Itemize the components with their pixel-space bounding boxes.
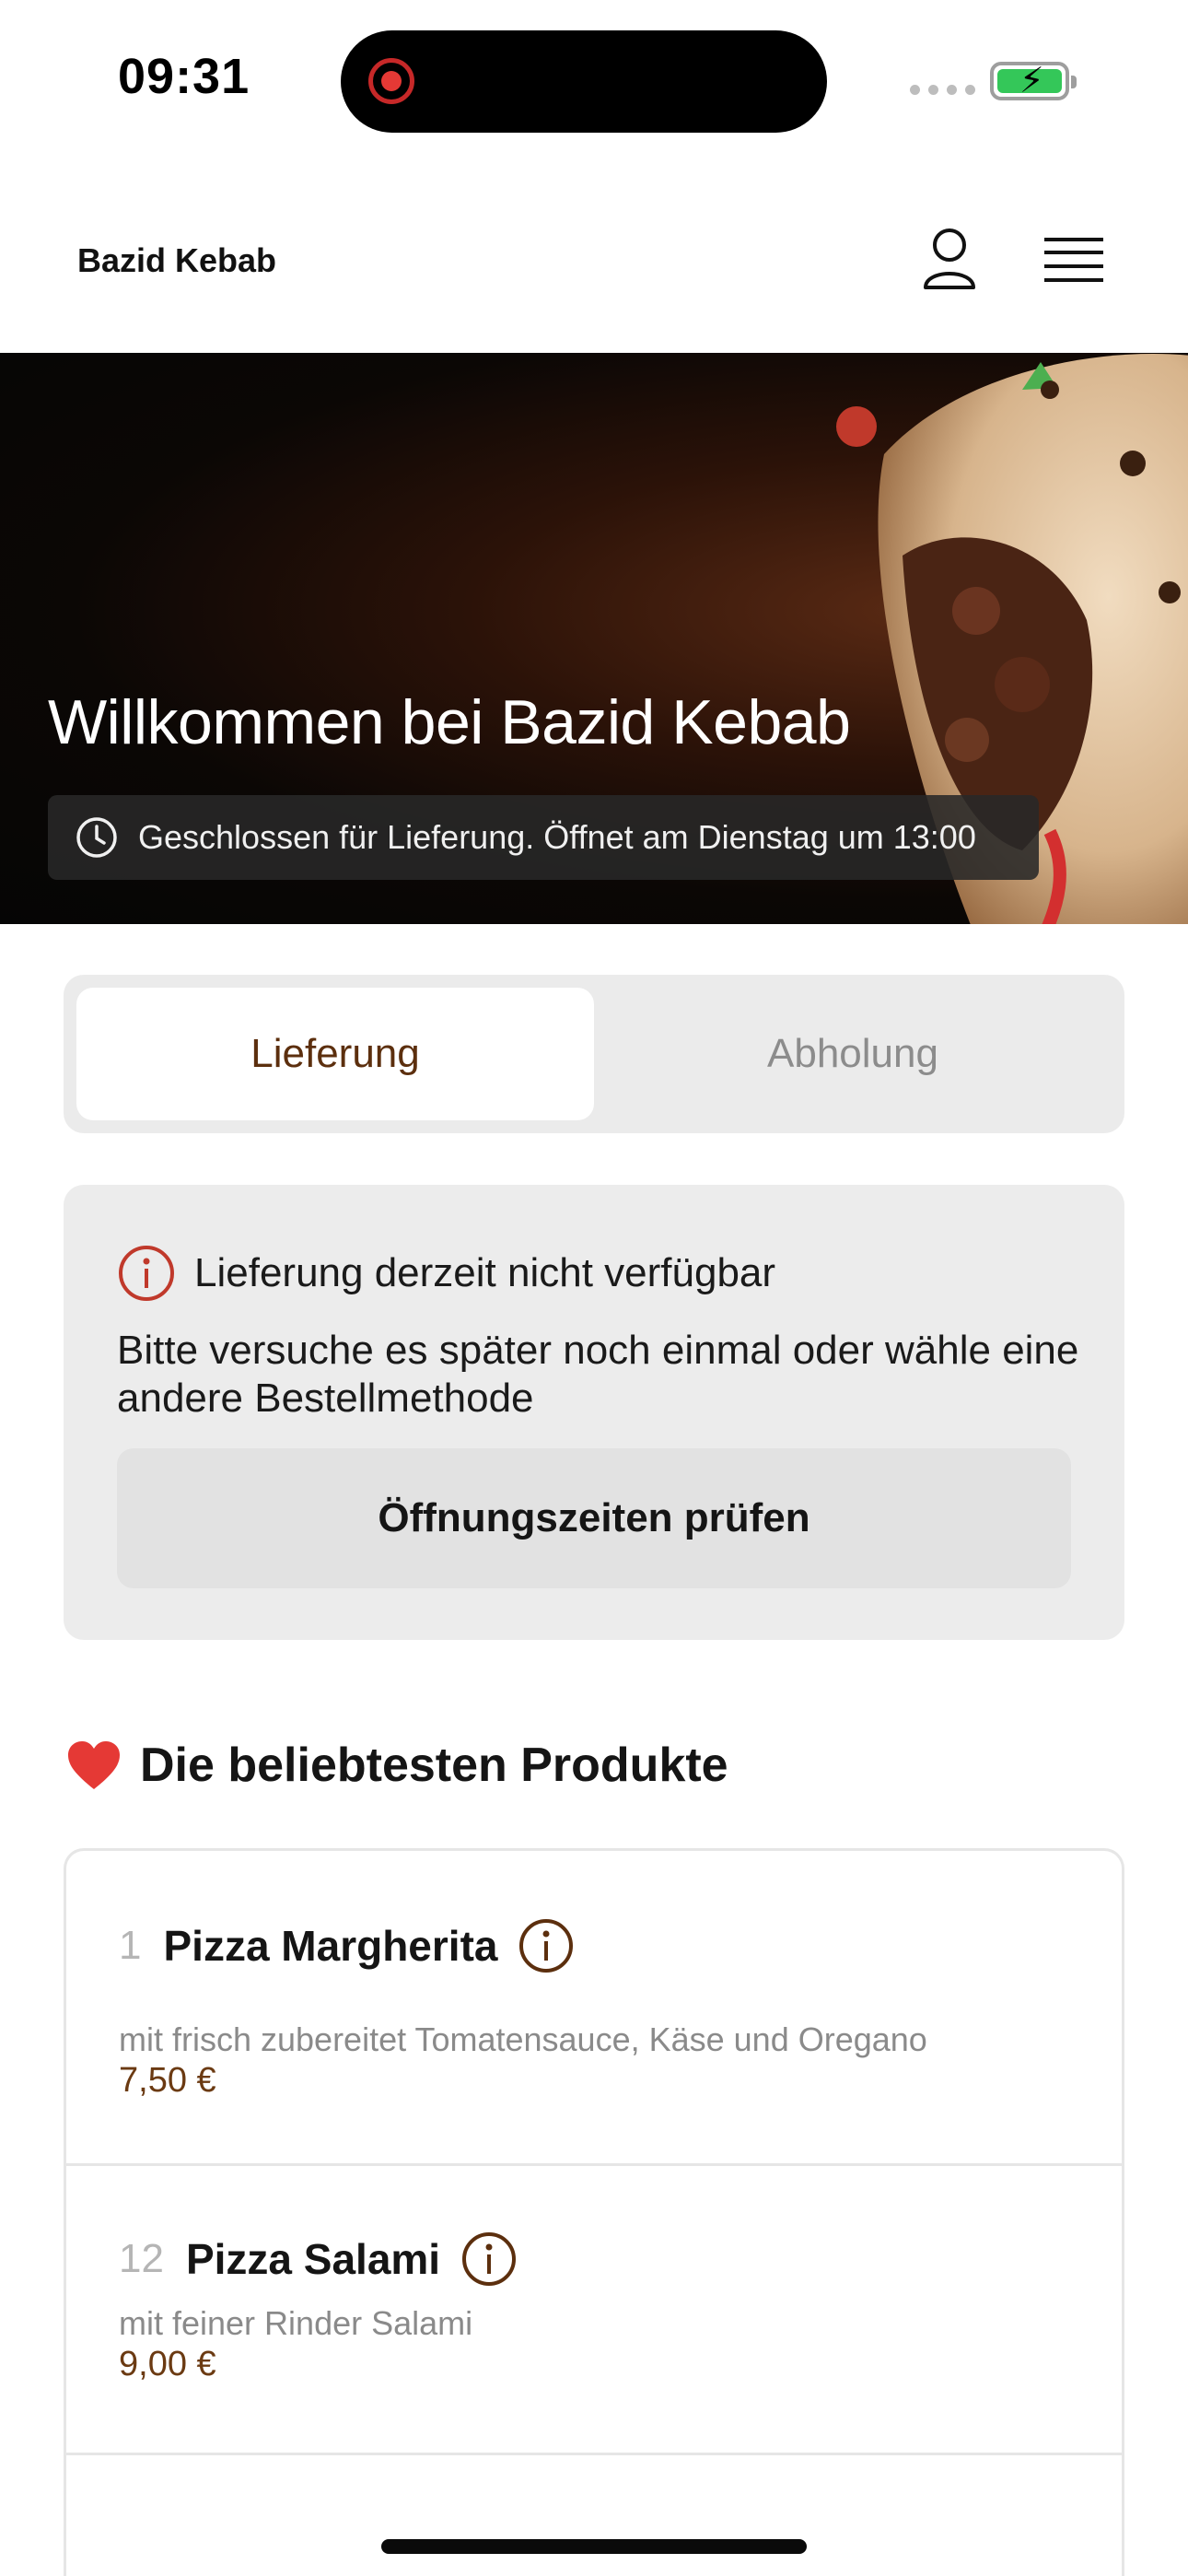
product-info-icon[interactable] <box>460 2231 518 2288</box>
popular-products-list: 1 Pizza Margherita mit frisch zubereitet… <box>64 1848 1124 2576</box>
product-price: 7,50 € <box>119 2061 216 2100</box>
user-icon[interactable] <box>921 227 978 291</box>
hero-title: Willkommen bei Bazid Kebab <box>48 687 851 757</box>
product-price: 9,00 € <box>119 2345 216 2383</box>
order-method-tabs: Lieferung Abholung <box>64 975 1124 1133</box>
popular-title-text: Die beliebtesten Produkte <box>140 1739 728 1792</box>
clock-icon <box>76 817 117 858</box>
product-number: 12 <box>119 2236 164 2281</box>
popular-section-title: Die beliebtesten Produkte <box>66 1738 728 1793</box>
product-description: mit feiner Rinder Salami <box>119 2304 473 2342</box>
home-indicator[interactable] <box>381 2539 807 2554</box>
product-name: Pizza Margherita <box>163 1922 498 1970</box>
status-bar: 09:31 ⚡ <box>0 0 1188 157</box>
menu-icon[interactable] <box>1044 236 1103 284</box>
product-info-icon[interactable] <box>518 1917 575 1974</box>
battery-icon: ⚡ <box>990 62 1077 100</box>
delivery-unavailable-notice: Lieferung derzeit nicht verfügbar Bitte … <box>64 1185 1124 1640</box>
notice-heading: Lieferung derzeit nicht verfügbar <box>194 1250 776 1295</box>
heart-icon <box>68 1741 120 1789</box>
product-number: 1 <box>119 1923 142 1968</box>
hero-banner: Willkommen bei Bazid Kebab Geschlossen f… <box>0 353 1188 924</box>
status-time: 09:31 <box>118 49 250 104</box>
tab-delivery[interactable]: Lieferung <box>76 988 594 1120</box>
product-description: mit frisch zubereitet Tomatensauce, Käse… <box>119 2020 927 2058</box>
opening-status: Geschlossen für Lieferung. Öffnet am Die… <box>48 795 1039 880</box>
charging-bolt-icon: ⚡ <box>1019 62 1044 100</box>
dynamic-island <box>341 30 827 133</box>
check-opening-hours-button[interactable]: Öffnungszeiten prüfen <box>117 1448 1071 1588</box>
app-header: Bazid Kebab <box>0 157 1188 353</box>
signal-icon <box>910 85 975 95</box>
notice-body: Bitte versuche es später noch einmal ode… <box>117 1328 1079 1421</box>
product-item[interactable]: 1 Pizza Margherita mit frisch zubereitet… <box>66 1851 1122 2166</box>
opening-status-text: Geschlossen für Lieferung. Öffnet am Die… <box>138 818 976 856</box>
recording-indicator-icon <box>368 58 414 104</box>
info-icon <box>119 1246 174 1301</box>
tab-pickup[interactable]: Abholung <box>594 988 1112 1120</box>
brand-name[interactable]: Bazid Kebab <box>77 241 276 280</box>
product-name: Pizza Salami <box>185 2235 441 2283</box>
product-item[interactable]: 12 Pizza Salami mit feiner Rinder Salami… <box>66 2166 1122 2455</box>
